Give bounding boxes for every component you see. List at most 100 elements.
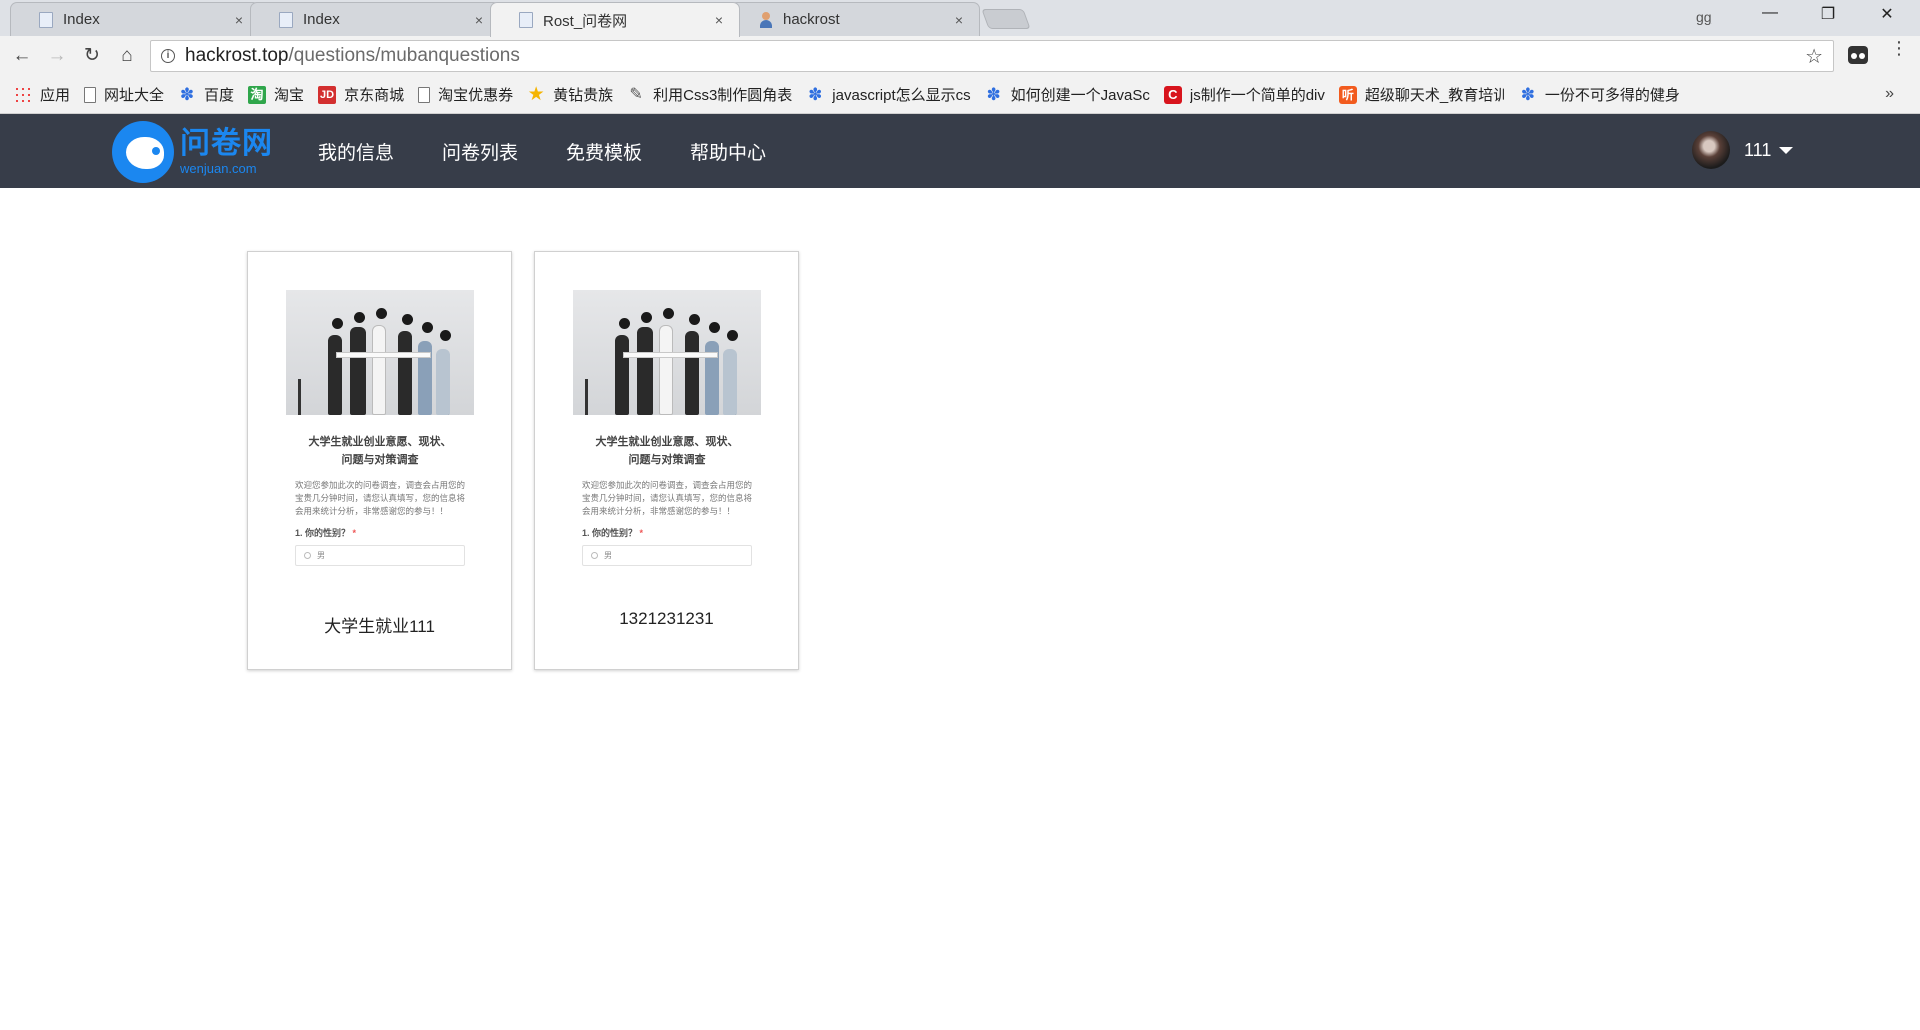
browser-tab[interactable]: Index × — [10, 2, 260, 36]
template-preview: 大学生就业创业意愿、现状、 问题与对策调查 欢迎您参加此次的问卷调查，调查会占用… — [286, 290, 474, 566]
template-card[interactable]: 大学生就业创业意愿、现状、 问题与对策调查 欢迎您参加此次的问卷调查，调查会占用… — [534, 251, 799, 670]
window-close-icon[interactable]: ✕ — [1864, 4, 1910, 24]
required-mark: * — [639, 528, 644, 538]
csdn-icon: C — [1163, 85, 1182, 104]
bookmarks-bar: 应用 网址大全 ✽ 百度 淘淘宝 JD 京东商城 淘宝优惠券 ★ 黄钻贵族 ✎ 利用Cs… — [0, 76, 1920, 114]
reload-icon[interactable]: ↻ — [80, 44, 104, 68]
forward-icon[interactable]: → — [45, 44, 69, 68]
preview-description: 欢迎您参加此次的问卷调查，调查会占用您的宝贵几分钟时间，请您认真填写，您的信息将… — [295, 480, 466, 516]
bookmark-item[interactable]: ✎ 利用Css3制作圆角表 — [627, 84, 792, 105]
bookmark-label: 淘宝 — [274, 87, 305, 104]
tab-title: hackrost — [783, 11, 840, 28]
page-icon — [418, 86, 431, 103]
bookmark-item[interactable]: ★ 黄钻贵族 — [527, 84, 614, 105]
bookmark-label: 百度 — [204, 87, 235, 104]
page-icon — [39, 11, 53, 28]
tab-title: Rost_问卷网 — [543, 12, 628, 30]
bookmark-label: 网址大全 — [104, 87, 165, 104]
extension-icon[interactable] — [1848, 46, 1868, 64]
close-icon[interactable]: × — [471, 12, 487, 28]
bookmark-item[interactable]: 网址大全 — [84, 84, 164, 105]
bookmark-item[interactable]: 应用 — [14, 84, 70, 105]
bookmark-item[interactable]: JD 京东商城 — [318, 84, 404, 105]
preview-title: 大学生就业创业意愿、现状、 问题与对策调查 — [286, 433, 474, 469]
pen-icon: ✎ — [629, 85, 643, 103]
bookmark-item[interactable]: ✽ 如何创建一个JavaSc — [985, 84, 1150, 105]
bookmark-label: javascript怎么显示cs — [832, 87, 971, 104]
browser-tab-active[interactable]: Rost_问卷网 × — [490, 2, 740, 37]
minimize-icon[interactable]: — — [1747, 4, 1793, 22]
radio-icon — [304, 552, 311, 559]
bookmark-label: 应用 — [40, 87, 71, 104]
bookmark-label: 利用Css3制作圆角表 — [653, 87, 793, 104]
logo-domain: wenjuan.com — [180, 161, 257, 176]
home-icon[interactable]: ⌂ — [115, 44, 139, 68]
bookmark-label: 一份不可多得的健身 — [1544, 87, 1680, 104]
bookmark-star-icon[interactable]: ☆ — [1805, 44, 1823, 69]
baidu-paw-icon: ✽ — [986, 84, 1001, 104]
preview-question: 1. 你的性别？ * — [573, 526, 761, 539]
browser-tab[interactable]: Index × — [250, 2, 500, 36]
close-icon[interactable]: × — [231, 12, 247, 28]
radio-icon — [591, 552, 598, 559]
bookmark-item[interactable]: ✽ 百度 — [178, 84, 234, 105]
bookmark-item[interactable]: Cjs制作一个简单的div — [1163, 84, 1325, 105]
logo-mascot-icon — [112, 121, 174, 183]
required-mark: * — [352, 528, 357, 538]
site-logo[interactable]: 问卷网 wenjuan.com — [112, 121, 273, 183]
baidu-paw-icon: ✽ — [1520, 84, 1535, 104]
caret-down-icon — [1779, 146, 1794, 154]
site-header: 问卷网 wenjuan.com 我的信息 问卷列表 免费模板 帮助中心 111 — [0, 114, 1920, 188]
info-icon[interactable]: i — [161, 49, 175, 63]
ting-icon: 听 — [1338, 85, 1357, 104]
back-icon[interactable]: ← — [10, 44, 34, 68]
close-icon[interactable]: × — [711, 12, 727, 28]
browser-tab-strip: Index × Index × Rost_问卷网 × hackrost × gg… — [0, 0, 1920, 37]
user-menu[interactable]: 111 — [1692, 131, 1794, 169]
nav-help-center[interactable]: 帮助中心 — [690, 138, 766, 165]
bookmark-label: 如何创建一个JavaSc — [1010, 87, 1150, 104]
preview-title: 大学生就业创业意愿、现状、 问题与对策调查 — [573, 433, 761, 469]
url-text[interactable]: hackrost.top/questions/mubanquestions — [185, 45, 520, 67]
taobao-icon: 淘 — [248, 85, 267, 104]
nav-survey-list[interactable]: 问卷列表 — [442, 138, 518, 165]
bookmark-item[interactable]: ✽ 一份不可多得的健身 — [1519, 84, 1680, 105]
bookmark-label: js制作一个简单的div — [1189, 87, 1325, 104]
preview-option-label: 男 — [604, 551, 612, 560]
bookmarks-overflow-icon[interactable]: » — [1885, 85, 1894, 103]
cover-photo — [286, 290, 474, 415]
page-icon — [279, 11, 293, 28]
bookmark-label: 超级聊天术_教育培训 — [1364, 87, 1505, 104]
template-name[interactable]: 1321231231 — [535, 609, 798, 629]
close-icon[interactable]: × — [951, 12, 967, 28]
nav-free-templates[interactable]: 免费模板 — [566, 138, 642, 165]
preview-option: 男 — [295, 545, 465, 566]
nav-my-info[interactable]: 我的信息 — [318, 138, 394, 165]
user-name: 111 — [1744, 139, 1772, 160]
preview-question-text: 1. 你的性别？ — [295, 528, 351, 538]
browser-toolbar: ← → ↻ ⌂ i hackrost.top/questions/mubanqu… — [0, 36, 1920, 76]
template-grid: 大学生就业创业意愿、现状、 问题与对策调查 欢迎您参加此次的问卷调查，调查会占用… — [0, 188, 1920, 1030]
tab-title: Index — [63, 11, 100, 28]
bookmark-item[interactable]: 淘宝优惠券 — [418, 84, 513, 105]
bookmark-item[interactable]: 淘淘宝 — [248, 84, 304, 105]
menu-icon[interactable]: ⋮ — [1890, 39, 1908, 57]
address-bar[interactable]: i hackrost.top/questions/mubanquestions … — [150, 40, 1834, 72]
template-name[interactable]: 大学生就业111 — [248, 612, 511, 637]
url-host: hackrost.top — [185, 45, 289, 66]
cover-photo — [573, 290, 761, 415]
preview-description: 欢迎您参加此次的问卷调查，调查会占用您的宝贵几分钟时间，请您认真填写，您的信息将… — [582, 480, 753, 516]
browser-tab[interactable]: hackrost × — [730, 2, 980, 36]
bookmark-item[interactable]: ✽ javascript怎么显示cs — [806, 84, 970, 105]
preview-question-text: 1. 你的性别？ — [582, 528, 638, 538]
preview-title-line: 大学生就业创业意愿、现状、 — [595, 436, 739, 448]
person-icon — [759, 11, 773, 28]
bookmark-label: 淘宝优惠券 — [438, 87, 514, 104]
bookmark-item[interactable]: 听超级聊天术_教育培训 — [1338, 84, 1505, 105]
restore-icon[interactable]: ❐ — [1805, 4, 1851, 24]
bookmark-label: 京东商城 — [344, 87, 405, 104]
template-card[interactable]: 大学生就业创业意愿、现状、 问题与对策调查 欢迎您参加此次的问卷调查，调查会占用… — [247, 251, 512, 670]
new-tab-button[interactable] — [981, 9, 1031, 29]
preview-question: 1. 你的性别？ * — [286, 526, 474, 539]
profile-label[interactable]: gg — [1696, 9, 1712, 25]
